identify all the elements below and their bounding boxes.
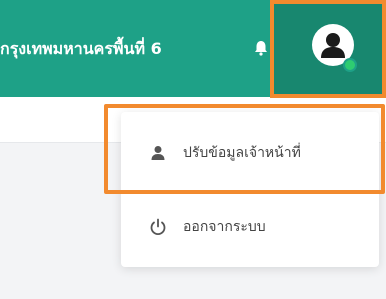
online-status-dot: [343, 58, 357, 72]
top-navbar: กรุงเทพมหานครพื้นที่ 6: [0, 0, 386, 97]
menu-item-logout[interactable]: ออกจากระบบ: [121, 194, 379, 260]
menu-item-label: ปรับข้อมูลเจ้าหน้าที่: [183, 145, 301, 161]
agency-title: กรุงเทพมหานครพื้นที่ 6: [0, 39, 162, 58]
power-icon: [150, 218, 166, 236]
user-icon: [151, 146, 165, 160]
menu-divider: [121, 190, 379, 191]
bell-icon[interactable]: [252, 39, 270, 57]
menu-item-edit-staff-info[interactable]: ปรับข้อมูลเจ้าหน้าที่: [121, 120, 379, 186]
menu-item-label: ออกจากระบบ: [183, 219, 266, 235]
profile-dropdown-menu: ปรับข้อมูลเจ้าหน้าที่ ออกจากระบบ: [121, 112, 379, 267]
